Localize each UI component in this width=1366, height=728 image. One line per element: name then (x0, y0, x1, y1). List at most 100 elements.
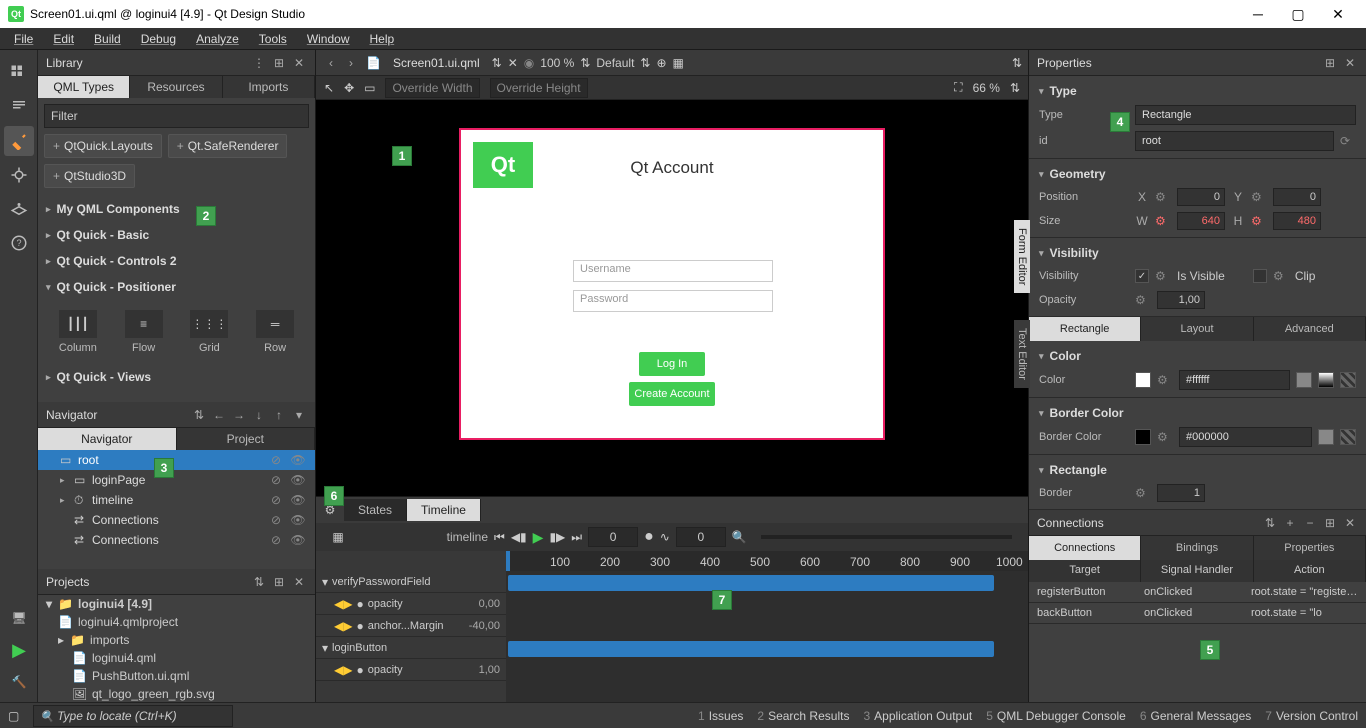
maximize-button[interactable]: ▢ (1278, 0, 1318, 28)
step-back-icon[interactable]: ◀▮ (511, 530, 527, 544)
keyframe-icon[interactable]: ● (644, 528, 654, 546)
build-button-icon[interactable]: 🔨 (5, 668, 33, 696)
close-button[interactable]: ✕ (1318, 0, 1358, 28)
status-appout[interactable]: 3Application Output (863, 709, 972, 723)
track-opacity1[interactable]: ◀▶●opacity0,00 (316, 593, 506, 615)
target-selector-icon[interactable]: 🖥 (5, 604, 33, 632)
timeline-pos2[interactable]: 0 (676, 527, 726, 547)
editor-menu-icon[interactable]: ⇅ (1012, 56, 1022, 70)
mockup-rectangle[interactable]: Qt Qt Account Username Password Log In C… (459, 128, 885, 440)
proj-menu-icon[interactable]: ⇅ (251, 574, 267, 590)
nav-back-icon[interactable]: ← (211, 407, 227, 423)
cat-qtquick-controls2[interactable]: Qt Quick - Controls 2 (38, 248, 315, 274)
positioner-column[interactable]: ┃┃┃Column (46, 304, 110, 360)
color-value[interactable]: #ffffff (1179, 370, 1290, 390)
track-anchormargin[interactable]: ◀▶●anchor...Margin-40,00 (316, 615, 506, 637)
positioner-flow[interactable]: ≡Flow (112, 304, 176, 360)
status-genmsg[interactable]: 6General Messages (1140, 709, 1251, 723)
tab-navigator[interactable]: Navigator (38, 428, 177, 450)
debug-mode-icon[interactable] (4, 160, 34, 190)
step-fwd-icon[interactable]: ▮▶ (549, 530, 565, 544)
move-tool-icon[interactable]: ✥ (344, 81, 354, 95)
tab-states[interactable]: States (344, 499, 407, 521)
opacity-value[interactable]: 1,00 (1157, 291, 1205, 309)
track-bar-1[interactable] (508, 575, 994, 591)
status-toggle-icon[interactable]: ▢ (8, 709, 19, 723)
gear-icon[interactable]: ⚙ (1155, 214, 1171, 228)
section-visibility[interactable]: Visibility (1029, 242, 1366, 264)
cat-qtquick-positioner[interactable]: Qt Quick - Positioner (38, 274, 315, 300)
cursor-tool-icon[interactable]: ↖ (324, 81, 334, 95)
cat-qtquick-views[interactable]: Qt Quick - Views (38, 364, 315, 390)
proj-imports[interactable]: ▸📁imports (38, 631, 315, 649)
username-field[interactable]: Username (573, 260, 773, 282)
menu-debug[interactable]: Debug (131, 30, 186, 48)
ptab-advanced[interactable]: Advanced (1254, 317, 1366, 341)
conn-menu-icon[interactable]: ⇅ (1262, 515, 1278, 531)
nav-up-icon[interactable]: ↑ (271, 407, 287, 423)
library-menu-icon[interactable]: ⋮ (251, 55, 267, 71)
proj-logo-svg[interactable]: 🖼qt_logo_green_rgb.svg (38, 685, 315, 703)
minimize-button[interactable]: ─ (1238, 0, 1278, 28)
library-split-icon[interactable]: ⊞ (271, 55, 287, 71)
library-filter-input[interactable]: Filter (44, 104, 309, 128)
curve-icon[interactable]: ∿ (660, 530, 670, 544)
nav-fwd-icon[interactable]: › (342, 56, 360, 70)
to-start-icon[interactable]: ⏮ (494, 530, 505, 545)
nav-filter-icon[interactable]: ▾ (291, 407, 307, 423)
text-mode-icon[interactable] (4, 92, 34, 122)
status-vcs[interactable]: 7Version Control (1265, 709, 1358, 723)
zoom-step-icon[interactable]: ⇅ (1010, 81, 1020, 95)
timeline-zoom-slider[interactable] (761, 535, 1012, 539)
timeline-pos1[interactable]: 0 (588, 527, 638, 547)
visible-checkbox[interactable]: ✓ (1135, 269, 1149, 283)
ptab-rectangle[interactable]: Rectangle (1029, 317, 1141, 341)
nav-back-icon[interactable]: ‹ (322, 56, 340, 70)
to-end-icon[interactable]: ⏭ (571, 530, 582, 545)
open-file-name[interactable]: Screen01.ui.qml (387, 54, 486, 72)
locator-input[interactable]: 🔍 Type to locate (Ctrl+K) (33, 705, 233, 727)
pos-y[interactable]: 0 (1273, 188, 1321, 206)
border-opt-icon[interactable] (1318, 429, 1334, 445)
nav-item-loginpage[interactable]: ▸▭loginPage⊘👁 (38, 470, 315, 490)
nav-down-icon[interactable]: ↓ (251, 407, 267, 423)
positioner-row[interactable]: ═Row (243, 304, 307, 360)
status-search[interactable]: 2Search Results (757, 709, 849, 723)
override-height[interactable]: Override Height (490, 78, 588, 98)
gradient-icon[interactable] (1318, 372, 1334, 388)
section-type[interactable]: Type (1029, 80, 1366, 102)
chip-studio3d[interactable]: QtStudio3D (44, 164, 135, 188)
tab-timeline[interactable]: Timeline (407, 499, 481, 521)
anchor-icon[interactable]: ⊕ (656, 56, 666, 70)
proj-pushbutton[interactable]: 📄PushButton.ui.qml (38, 667, 315, 685)
proj-loginui4qml[interactable]: 📄loginui4.qml (38, 649, 315, 667)
menu-help[interactable]: Help (360, 30, 405, 48)
nav-item-root[interactable]: ▭root⊘👁 (38, 450, 315, 470)
track-loginbutton[interactable]: ▾loginButton (316, 637, 506, 659)
gear-icon[interactable]: ⚙ (1251, 190, 1267, 204)
proj-root[interactable]: ▾📁loginui4 [4.9] (38, 595, 315, 613)
zoom-stepper-icon[interactable]: ⇅ (580, 56, 590, 70)
nav-menu-icon[interactable]: ⇅ (191, 407, 207, 423)
run-button-icon[interactable]: ▶ (5, 636, 33, 664)
password-field[interactable]: Password (573, 290, 773, 312)
track-bar-2[interactable] (508, 641, 994, 657)
border-value[interactable]: #000000 (1179, 427, 1312, 447)
conn-row-1[interactable]: registerButtononClickedroot.state = "reg… (1029, 582, 1366, 603)
status-qmldbg[interactable]: 5QML Debugger Console (986, 709, 1126, 723)
welcome-mode-icon[interactable] (4, 58, 34, 88)
nav-item-timeline[interactable]: ▸⏱timeline⊘👁 (38, 490, 315, 510)
tab-project[interactable]: Project (177, 428, 316, 450)
menu-analyze[interactable]: Analyze (186, 30, 249, 48)
run-icon[interactable]: ◉ (524, 56, 534, 70)
file-close-icon[interactable]: ✕ (508, 56, 518, 70)
tab-imports[interactable]: Imports (223, 76, 315, 98)
login-button[interactable]: Log In (639, 352, 705, 376)
proj-split-icon[interactable]: ⊞ (271, 574, 287, 590)
file-dropdown-icon[interactable]: ⇅ (492, 56, 502, 70)
id-action-icon[interactable]: ⟳ (1340, 134, 1356, 148)
prop-split-icon[interactable]: ⊞ (1322, 55, 1338, 71)
chip-layouts[interactable]: QtQuick.Layouts (44, 134, 162, 158)
color-opt-icon[interactable] (1296, 372, 1312, 388)
ctab-properties[interactable]: Properties (1254, 536, 1366, 560)
